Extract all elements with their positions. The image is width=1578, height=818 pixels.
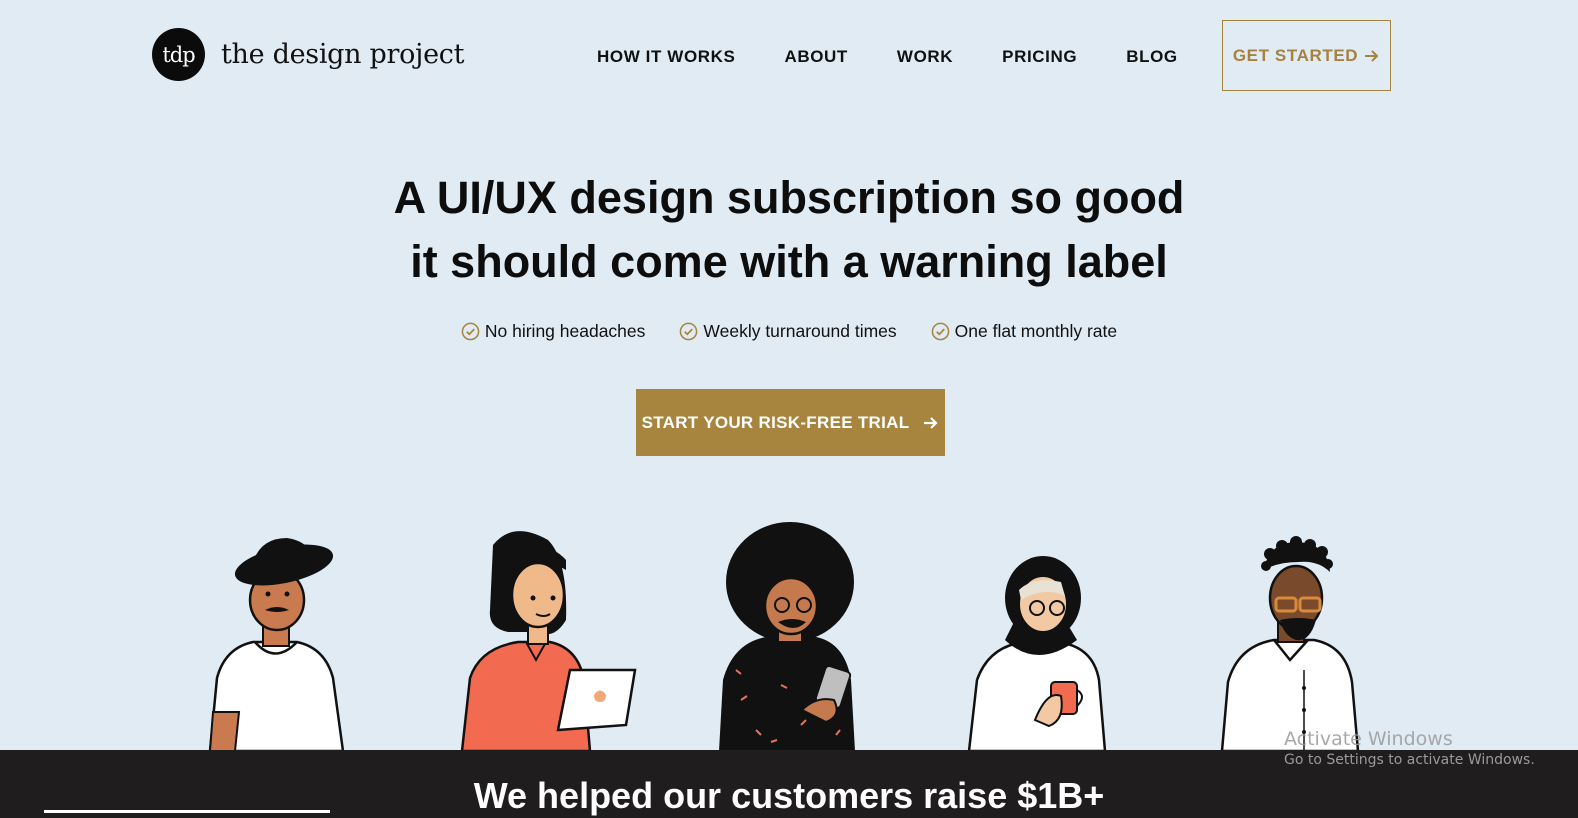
check-circle-icon: [680, 322, 698, 341]
nav-pricing[interactable]: PRICING: [1002, 46, 1077, 68]
feature-item: One flat monthly rate: [931, 321, 1117, 342]
feature-item: Weekly turnaround times: [679, 321, 897, 342]
people-illustration: [0, 520, 1578, 751]
os-watermark: Activate Windows Go to Settings to activ…: [1284, 728, 1535, 768]
start-trial-label: START YOUR RISK-FREE TRIAL: [641, 412, 910, 432]
feature-list: No hiring headaches Weekly turnaround ti…: [0, 321, 1578, 342]
person-phone-illustration: [718, 522, 856, 751]
main-nav: HOW IT WORKS ABOUT WORK PRICING BLOG: [597, 46, 1227, 68]
banner-divider: [44, 810, 330, 813]
person-laptop-illustration: [460, 531, 637, 751]
nav-how-it-works[interactable]: HOW IT WORKS: [597, 46, 735, 68]
logo-text: the design project: [221, 39, 465, 70]
nav-about[interactable]: ABOUT: [784, 46, 847, 68]
watermark-title: Activate Windows: [1284, 728, 1453, 750]
watermark-subtitle: Go to Settings to activate Windows.: [1284, 752, 1535, 768]
get-started-label: GET STARTED: [1232, 45, 1359, 65]
check-circle-icon: [461, 322, 480, 341]
nav-blog[interactable]: BLOG: [1126, 46, 1178, 68]
feature-label: No hiring headaches: [484, 321, 646, 341]
person-hat-illustration: [208, 538, 345, 751]
feature-item: No hiring headaches: [461, 321, 646, 342]
logo[interactable]: tdp the design project: [152, 28, 464, 81]
arrow-right-icon: [1365, 49, 1379, 62]
start-trial-button[interactable]: START YOUR RISK-FREE TRIAL: [636, 389, 945, 456]
feature-label: One flat monthly rate: [954, 321, 1118, 341]
person-mug-illustration: [967, 556, 1107, 751]
hero-title-line-2: it should come with a warning label: [410, 236, 1168, 287]
nav-work[interactable]: WORK: [897, 46, 953, 68]
arrow-right-icon: [924, 416, 938, 429]
get-started-button[interactable]: GET STARTED: [1222, 20, 1391, 91]
hero-title-line-1: A UI/UX design subscription so good: [393, 172, 1185, 223]
person-glasses-illustration: [1220, 536, 1360, 751]
feature-label: Weekly turnaround times: [703, 321, 897, 341]
hero-title: A UI/UX design subscription so good it s…: [0, 166, 1578, 294]
logo-badge: tdp: [152, 28, 205, 81]
check-circle-icon: [931, 322, 949, 341]
